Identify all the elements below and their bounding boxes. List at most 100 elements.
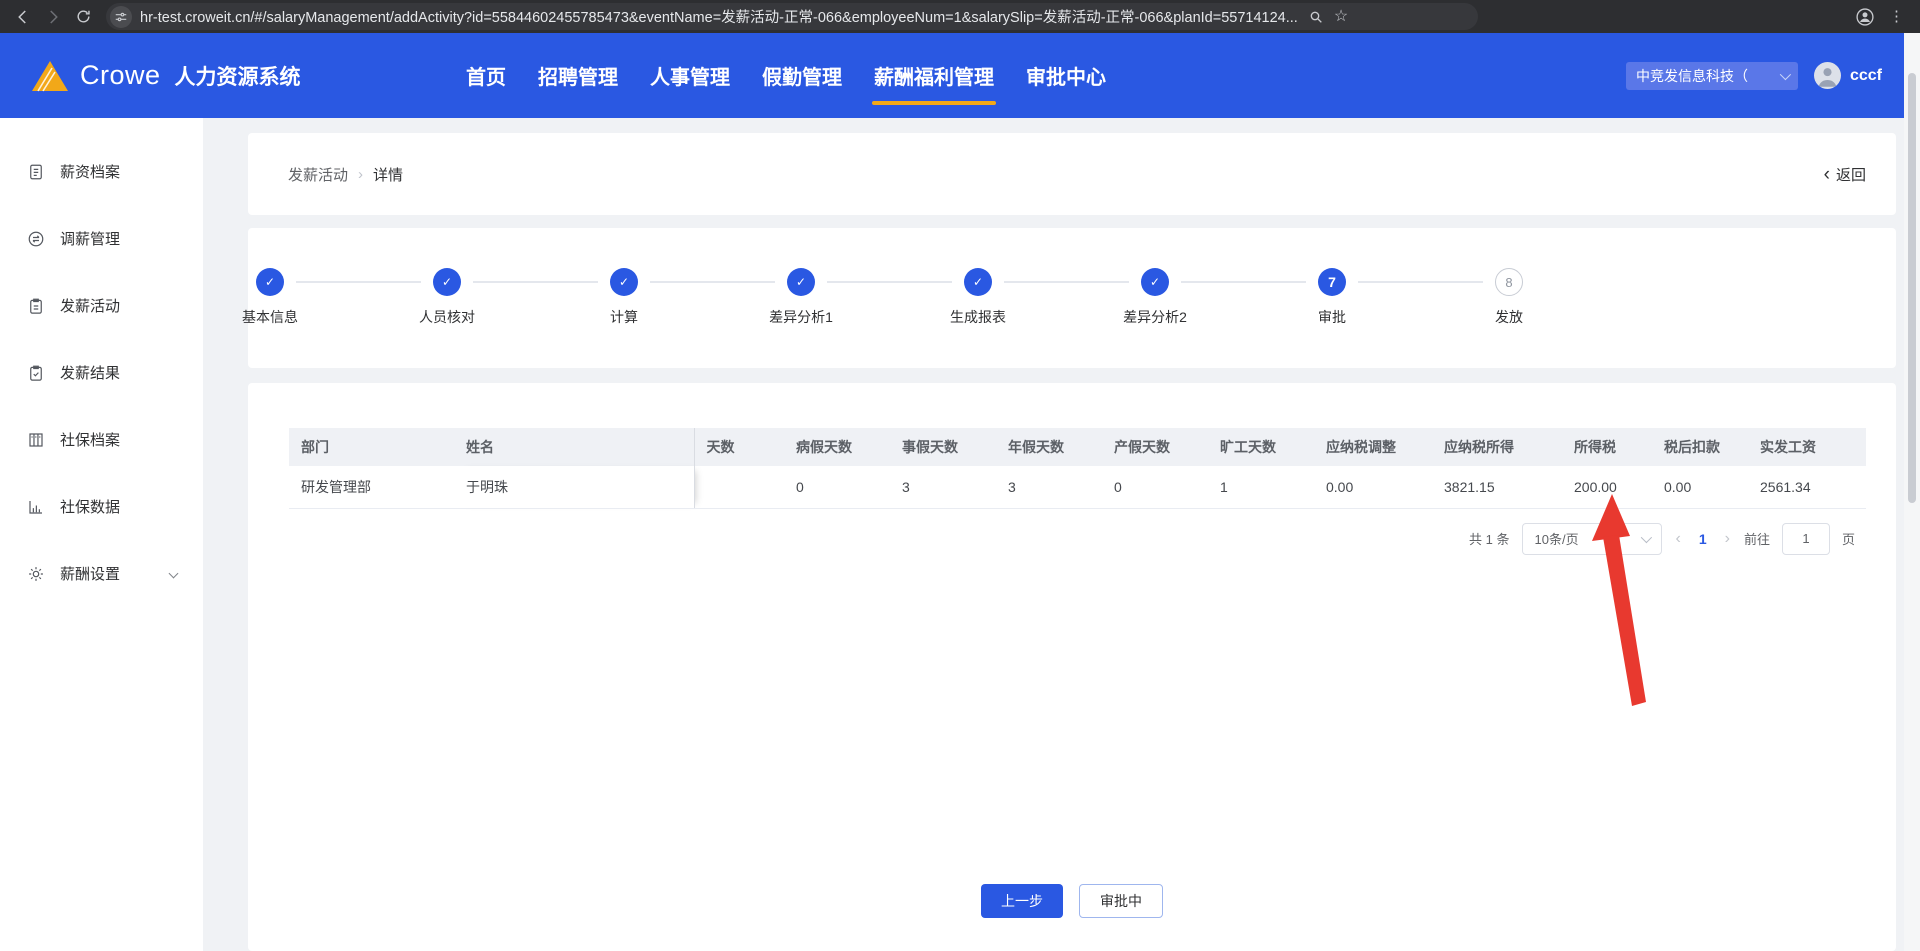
bar-chart-icon — [29, 500, 42, 514]
pagination-total: 共 1 条 — [1469, 532, 1510, 547]
cell-net-pay: 2561.34 — [1748, 466, 1866, 509]
col-sick-days: 病假天数 — [784, 428, 890, 466]
prev-page-button[interactable]: ‹ — [1674, 530, 1683, 548]
bookmark-star-icon[interactable]: ☆ — [1334, 8, 1348, 25]
sidebar-item-salary-settings[interactable]: 薪酬设置 — [0, 540, 203, 607]
pagination: 共 1 条 10条/页 ‹ 1 › 前往 页 — [248, 522, 1855, 555]
sidebar-item-label: 社保档案 — [60, 432, 121, 449]
sidebar: 薪资档案 调薪管理 发薪活动 发薪结果 社保档案 社保数据 薪酬设置 — [0, 118, 203, 951]
step-calculate: ✓ 计算 — [564, 268, 684, 327]
nav-home[interactable]: 首页 — [466, 33, 506, 118]
reload-icon — [76, 10, 90, 23]
back-arrow-icon — [18, 9, 26, 24]
brand-name: Crowe — [80, 60, 161, 90]
page-scrollbar[interactable] — [1904, 33, 1920, 951]
address-bar[interactable]: hr-test.croweit.cn/#/salaryManagement/ad… — [106, 3, 1478, 30]
browser-forward-button[interactable] — [40, 4, 66, 30]
step-label: 生成报表 — [950, 309, 1006, 325]
chevron-down-icon — [168, 568, 179, 579]
back-button[interactable]: ‹ 返回 — [1824, 164, 1866, 185]
sidebar-item-salary-adjust[interactable]: 调薪管理 — [0, 205, 203, 272]
cell-sick-days: 0 — [784, 466, 890, 509]
browser-reload-button[interactable] — [70, 4, 96, 30]
url-text[interactable]: hr-test.croweit.cn/#/salaryManagement/ad… — [140, 6, 1298, 27]
browser-menu-icon[interactable]: ⋮ — [1889, 9, 1904, 24]
chevron-down-icon — [1640, 531, 1652, 543]
sidebar-item-label: 发薪结果 — [60, 365, 121, 382]
company-select-value: 中竞发信息科技（ — [1635, 67, 1748, 84]
table-row[interactable]: 研发管理部 于明珠 0 3 3 0 1 0.00 3821.15 200.00 … — [289, 466, 1866, 509]
breadcrumb-separator-icon: › — [358, 165, 364, 183]
step-label: 基本信息 — [242, 309, 298, 325]
sidebar-item-payroll-result[interactable]: 发薪结果 — [0, 339, 203, 406]
breadcrumb-current: 详情 — [373, 166, 404, 184]
sidebar-item-salary-archive[interactable]: 薪资档案 — [0, 138, 203, 205]
cell-taxable-income: 3821.15 — [1432, 466, 1562, 509]
sidebar-item-label: 发薪活动 — [60, 298, 121, 315]
company-select[interactable]: 中竞发信息科技（ — [1625, 61, 1798, 90]
page-size-value: 10条/页 — [1534, 532, 1579, 547]
next-page-button[interactable]: › — [1723, 530, 1732, 548]
logo: Crowe 人力资源系统 — [0, 60, 400, 92]
browser-profile-icon[interactable] — [1855, 7, 1875, 27]
breadcrumb-section[interactable]: 发薪活动 — [288, 164, 348, 185]
step-label: 人员核对 — [419, 309, 475, 325]
prev-step-button[interactable]: 上一步 — [981, 884, 1063, 918]
browser-back-button[interactable] — [10, 4, 36, 30]
cell-maternity-days: 0 — [1102, 466, 1208, 509]
col-days: 天数 — [694, 428, 784, 466]
col-personal-days: 事假天数 — [890, 428, 996, 466]
user-menu[interactable]: cccf — [1813, 62, 1882, 89]
current-page[interactable]: 1 — [1695, 531, 1711, 547]
table-header-row: 部门 姓名 天数 病假天数 事假天数 年假天数 产假天数 旷工天数 应纳税调整 … — [289, 428, 1866, 466]
sidebar-item-social-data[interactable]: 社保数据 — [0, 473, 203, 540]
exchange-circle-icon — [28, 231, 44, 246]
cell-annual-days: 3 — [996, 466, 1102, 509]
cell-personal-days: 3 — [890, 466, 996, 509]
site-settings-icon — [115, 12, 127, 21]
step-generate-report: ✓ 生成报表 — [918, 268, 1038, 327]
app-header: Crowe 人力资源系统 首页 招聘管理 人事管理 假勤管理 薪酬福利管理 审批… — [0, 33, 1904, 118]
main-nav: 首页 招聘管理 人事管理 假勤管理 薪酬福利管理 审批中心 — [466, 33, 1106, 118]
nav-recruit[interactable]: 招聘管理 — [538, 33, 618, 118]
page-size-select[interactable]: 10条/页 — [1521, 522, 1662, 555]
chevron-down-icon — [1779, 68, 1792, 80]
scrollbar-thumb[interactable] — [1908, 73, 1916, 503]
browser-chrome: hr-test.croweit.cn/#/salaryManagement/ad… — [0, 0, 1920, 33]
nav-hr[interactable]: 人事管理 — [650, 33, 730, 118]
col-tax-adjust: 应纳税调整 — [1314, 428, 1432, 466]
zoom-icon[interactable] — [1308, 9, 1324, 25]
cell-tax-adjust: 0.00 — [1314, 466, 1432, 509]
nav-salary-benefits[interactable]: 薪酬福利管理 — [872, 33, 996, 118]
step-check-icon: ✓ — [787, 268, 815, 296]
step-personnel-check: ✓ 人员核对 — [387, 268, 507, 327]
col-department: 部门 — [289, 428, 454, 466]
site-info-button[interactable] — [110, 5, 132, 28]
sidebar-item-payroll-activity[interactable]: 发薪活动 — [0, 272, 203, 339]
sidebar-item-label: 薪酬设置 — [60, 566, 121, 583]
step-label: 差异分析2 — [1123, 309, 1187, 325]
sidebar-item-label: 社保数据 — [60, 499, 121, 516]
nav-approval-center[interactable]: 审批中心 — [1026, 33, 1106, 118]
col-name: 姓名 — [454, 428, 695, 466]
goto-page-input[interactable] — [1781, 522, 1830, 555]
step-basic-info: ✓ 基本信息 — [210, 268, 330, 327]
approval-status-button[interactable]: 审批中 — [1079, 884, 1163, 918]
step-check-icon: ✓ — [1141, 268, 1169, 296]
avatar — [1813, 62, 1841, 89]
step-label: 计算 — [610, 309, 638, 325]
back-label: 返回 — [1835, 166, 1866, 184]
sidebar-item-social-archive[interactable]: 社保档案 — [0, 406, 203, 473]
col-absent-days: 旷工天数 — [1208, 428, 1314, 466]
cell-name: 于明珠 — [454, 466, 695, 509]
gear-icon — [29, 566, 43, 581]
forward-arrow-icon — [50, 9, 58, 24]
step-label: 发放 — [1495, 309, 1523, 325]
cell-after-tax-deduct: 0.00 — [1652, 466, 1748, 509]
page-unit-label: 页 — [1841, 532, 1855, 547]
nav-attendance[interactable]: 假勤管理 — [762, 33, 842, 118]
step-label: 差异分析1 — [769, 309, 833, 325]
content-area: 发薪活动 › 详情 ‹ 返回 ✓ 基本信息 ✓ 人员核对 ✓ 计算 ✓ 差异分析… — [203, 118, 1904, 951]
step-diff-analysis-2: ✓ 差异分析2 — [1095, 268, 1215, 327]
step-number: 7 — [1318, 268, 1346, 296]
